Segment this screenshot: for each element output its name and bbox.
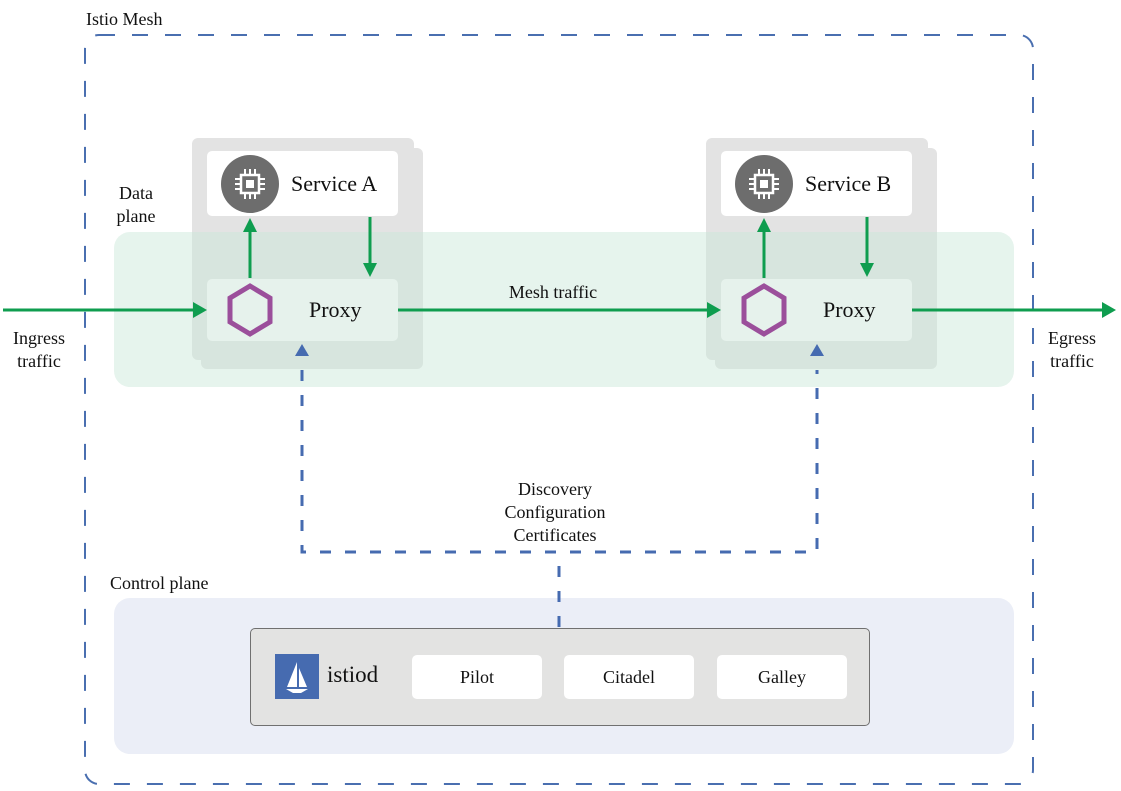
configuration-label: Configuration xyxy=(504,502,606,522)
control-flow-label: Discovery Configuration Certificates xyxy=(470,478,640,547)
mesh-title: Istio Mesh xyxy=(86,9,163,29)
mesh-traffic-label: Mesh traffic xyxy=(508,282,598,302)
data-plane-label: Data plane xyxy=(108,182,164,228)
ingress-line1: Ingress xyxy=(13,328,65,348)
proxy-a-label: Proxy xyxy=(309,297,362,322)
proxy-b-label: Proxy xyxy=(823,297,876,322)
cpu-chip-icon xyxy=(735,154,793,213)
egress-traffic-label: Egress traffic xyxy=(1036,327,1108,373)
egress-line2: traffic xyxy=(1050,351,1094,371)
service-a-name: Service A xyxy=(291,170,378,196)
component-galley[interactable]: Galley xyxy=(717,655,847,699)
hexagon-icon xyxy=(741,283,787,337)
hexagon-icon xyxy=(227,283,273,337)
component-pilot[interactable]: Pilot xyxy=(412,655,542,699)
service-b-name: Service B xyxy=(805,170,892,196)
data-plane-label-line2: plane xyxy=(116,206,156,226)
component-citadel[interactable]: Citadel xyxy=(564,655,694,699)
istiod-box[interactable]: istiod Pilot Citadel Galley xyxy=(250,628,870,726)
sailboat-icon xyxy=(275,654,319,699)
ingress-traffic-label: Ingress traffic xyxy=(2,327,76,373)
control-plane-label: Control plane xyxy=(110,573,209,593)
istiod-name: istiod xyxy=(327,662,379,687)
service-b-box[interactable]: Service B xyxy=(721,151,912,216)
certificates-label: Certificates xyxy=(513,525,597,545)
proxy-b-box[interactable]: Proxy xyxy=(721,279,912,341)
data-plane-label-line1: Data xyxy=(119,183,153,203)
discovery-label: Discovery xyxy=(518,479,592,499)
cpu-chip-icon xyxy=(221,154,279,213)
egress-line1: Egress xyxy=(1048,328,1096,348)
service-a-box[interactable]: Service A xyxy=(207,151,398,216)
proxy-a-box[interactable]: Proxy xyxy=(207,279,398,341)
ingress-line2: traffic xyxy=(17,351,61,371)
